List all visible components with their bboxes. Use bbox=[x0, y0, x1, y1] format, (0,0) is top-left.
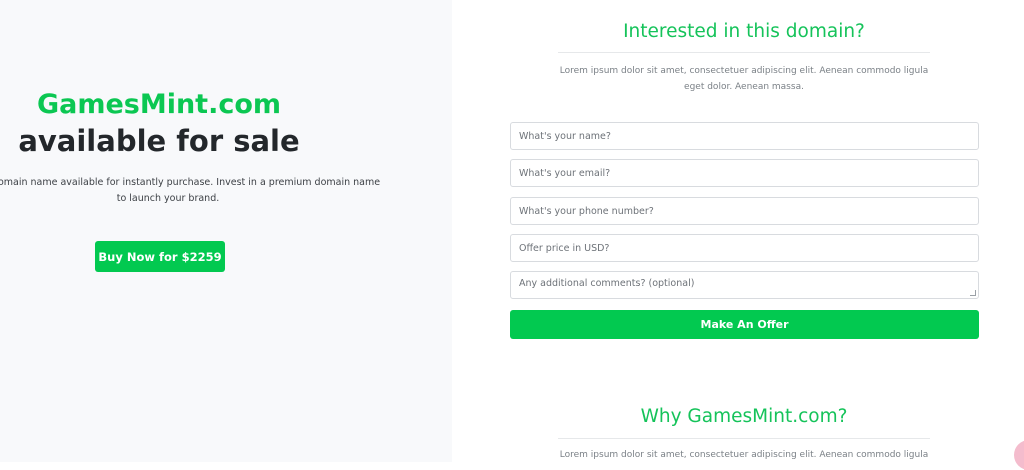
sale-headline: available for sale bbox=[18, 124, 300, 158]
why-section-text: Lorem ipsum dolor sit amet, consectetuer… bbox=[559, 450, 929, 460]
email-input[interactable]: What's your email? bbox=[510, 159, 979, 187]
comments-placeholder: Any additional comments? (optional) bbox=[519, 278, 695, 289]
offer-price-placeholder: Offer price in USD? bbox=[519, 242, 610, 254]
email-placeholder: What's your email? bbox=[519, 167, 611, 179]
name-placeholder: What's your name? bbox=[519, 130, 611, 142]
comments-textarea[interactable]: Any additional comments? (optional) bbox=[510, 271, 979, 299]
phone-placeholder: What's your phone number? bbox=[519, 205, 654, 217]
offer-text-line-1: Lorem ipsum dolor sit amet, consectetuer… bbox=[559, 66, 929, 76]
sale-description-line-2: to launch your brand. bbox=[116, 192, 220, 204]
sale-panel: GamesMint.com available for sale emium d… bbox=[0, 0, 452, 462]
offer-price-input[interactable]: Offer price in USD? bbox=[510, 234, 979, 262]
sale-description: emium domain name available for instantl… bbox=[0, 175, 396, 206]
why-section-title: Why GamesMint.com? bbox=[640, 406, 848, 427]
buy-now-button[interactable]: Buy Now for $2259 bbox=[95, 241, 225, 272]
phone-input[interactable]: What's your phone number? bbox=[510, 197, 979, 225]
offer-section-text: Lorem ipsum dolor sit amet, consectetuer… bbox=[556, 64, 932, 95]
offer-section-title: Interested in this domain? bbox=[623, 21, 865, 42]
offer-title-divider bbox=[558, 52, 930, 53]
sale-description-line-1: emium domain name available for instantl… bbox=[0, 177, 381, 188]
name-input[interactable]: What's your name? bbox=[510, 122, 979, 150]
offer-panel: Interested in this domain? Lorem ipsum d… bbox=[452, 0, 1024, 462]
why-title-divider bbox=[558, 438, 930, 439]
resize-handle-icon[interactable] bbox=[970, 290, 976, 296]
make-offer-button[interactable]: Make An Offer bbox=[510, 310, 979, 339]
domain-name-heading: GamesMint.com bbox=[36, 89, 282, 120]
offer-text-line-2: eget dolor. Aenean massa. bbox=[684, 81, 804, 92]
